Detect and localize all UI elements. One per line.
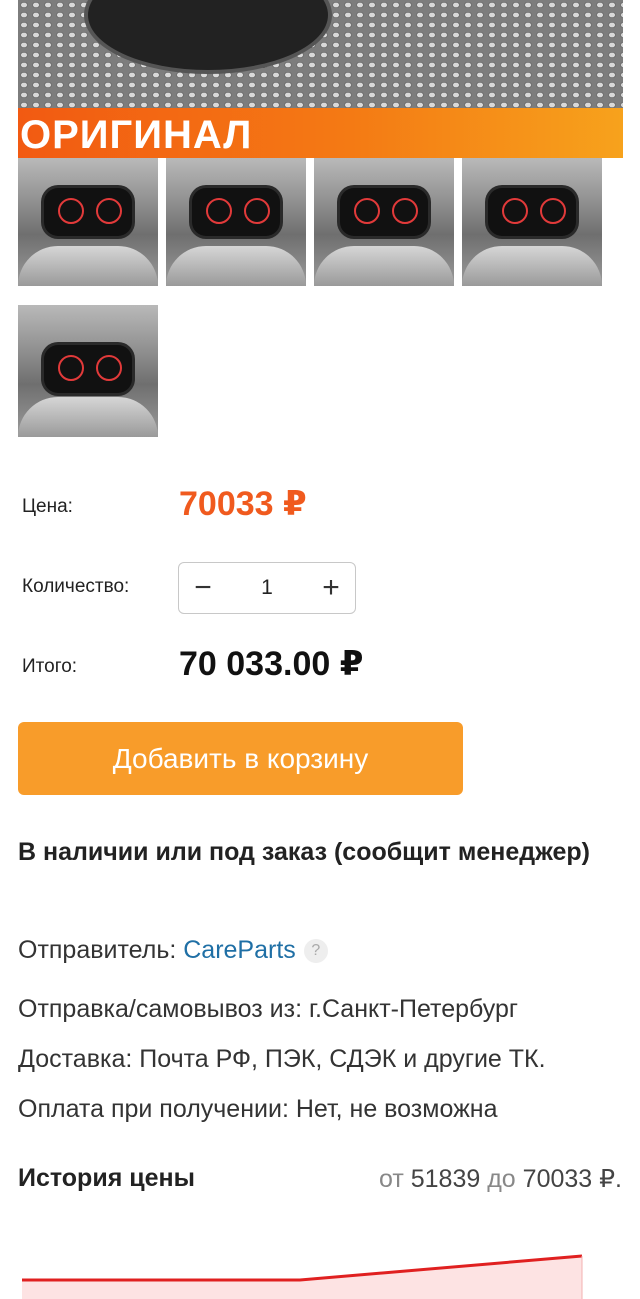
quantity-label: Количество: xyxy=(22,576,130,597)
sender-label: Отправитель: xyxy=(18,936,177,964)
help-icon[interactable]: ? xyxy=(303,939,328,964)
price-history-title: История цены xyxy=(18,1164,195,1192)
sender-link[interactable]: CareParts xyxy=(183,936,296,964)
quantity-increase-button[interactable]: + xyxy=(307,563,355,613)
quantity-stepper: − 1 + xyxy=(178,562,356,614)
availability-status: В наличии или под заказ (сообщит менедже… xyxy=(18,838,590,866)
total-value: 70 033.00 ₽ xyxy=(179,645,364,683)
range-from-word: от xyxy=(378,1165,404,1193)
price-history-range: от 51839 до 70033 ₽. xyxy=(379,1164,622,1194)
product-thumbnail-5[interactable] xyxy=(18,305,158,437)
product-thumbnail-3[interactable] xyxy=(314,158,454,286)
price-value: 70033 ₽ xyxy=(179,485,307,523)
product-thumbnail-1[interactable] xyxy=(18,158,158,286)
add-to-cart-button[interactable]: Добавить в корзину xyxy=(18,722,463,795)
quantity-decrease-button[interactable]: − xyxy=(179,563,227,613)
product-thumbnail-4[interactable] xyxy=(462,158,602,286)
price-label: Цена: xyxy=(22,496,73,517)
total-label: Итого: xyxy=(22,656,78,677)
price-history-chart xyxy=(22,1254,583,1299)
shipping-from: Отправка/самовывоз из: г.Санкт-Петербург xyxy=(18,995,519,1023)
product-main-image[interactable]: ОРИГИНАЛ xyxy=(18,0,623,158)
range-max: 70033 ₽. xyxy=(522,1165,622,1193)
delivery-info: Доставка: Почта РФ, ПЭК, СДЭК и другие Т… xyxy=(18,1045,546,1073)
banner-text: ОРИГИНАЛ xyxy=(20,113,253,157)
quantity-input[interactable]: 1 xyxy=(227,563,307,613)
range-min: 51839 xyxy=(410,1165,481,1193)
product-thumbnail-2[interactable] xyxy=(166,158,306,286)
payment-info: Оплата при получении: Нет, не возможна xyxy=(18,1095,498,1123)
sender-row: Отправитель: CareParts? xyxy=(18,936,328,965)
range-to-word: до xyxy=(487,1165,516,1193)
